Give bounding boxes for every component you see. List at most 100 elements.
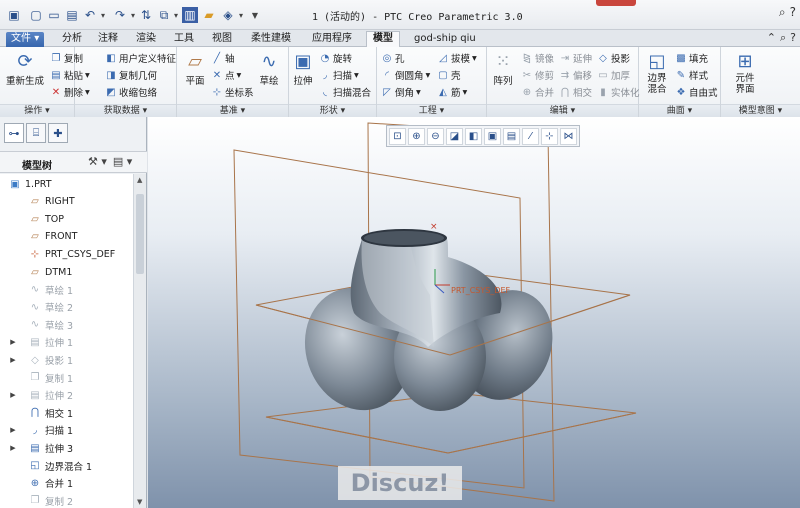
regenerate-icon[interactable]: ⇅ — [138, 7, 154, 23]
draft-button[interactable]: ◿ 拔模 ▾ — [437, 51, 477, 66]
expand-arrow-icon[interactable]: ▶ — [8, 444, 18, 452]
tree-item[interactable]: ▶ ▤ 拉伸 3 — [0, 440, 73, 456]
zoom-in-icon[interactable]: ⊕ — [408, 128, 425, 145]
model-tree-tab-icon[interactable]: ⊶ — [4, 123, 24, 143]
revolve-button[interactable]: ◔ 旋转 — [319, 51, 352, 66]
help-icon[interactable]: ? — [790, 5, 796, 20]
tree-item[interactable]: ❐ 复制 1 — [0, 370, 74, 386]
expand-arrow-icon[interactable]: ▶ — [8, 391, 18, 399]
axis-button[interactable]: ╱ 轴 — [211, 51, 235, 66]
tree-item[interactable]: ∿ 草绘 2 — [0, 299, 73, 315]
view-manager-icon[interactable]: ▤ — [503, 128, 520, 145]
tree-item[interactable]: ∿ 草绘 1 — [0, 282, 73, 298]
csys-button[interactable]: ⊹ 坐标系 — [211, 85, 254, 100]
search-command-icon[interactable]: ⌕ — [780, 31, 786, 45]
sketch-button[interactable]: ∿ 草绘 — [257, 49, 281, 88]
scrollbar-thumb[interactable] — [136, 194, 144, 274]
tab-flexible-modeling[interactable]: 柔性建模 — [245, 32, 297, 47]
extend-button[interactable]: ⇥ 延伸 — [559, 51, 592, 66]
undo-dropdown-icon[interactable]: ▾ — [99, 7, 107, 23]
color-palette-icon[interactable]: ▥ — [182, 7, 198, 23]
tree-item[interactable]: ▱ FRONT — [0, 229, 77, 245]
tree-item[interactable]: ◱ 边界混合 1 — [0, 458, 92, 474]
mirror-button[interactable]: ⧎ 镜像 — [521, 51, 554, 66]
tree-item[interactable]: ⊹ PRT_CSYS_DEF — [0, 246, 115, 262]
new-file-icon[interactable]: ▢ — [28, 7, 44, 23]
tab-custom[interactable]: god-ship qiu — [408, 32, 482, 47]
tree-item[interactable]: ▶ ▤ 拉伸 2 — [0, 387, 73, 403]
regenerate-button[interactable]: ⟳ 重新生成 — [6, 49, 44, 88]
freestyle-button[interactable]: ❖ 自由式 — [675, 85, 718, 100]
search-icon[interactable]: ⌕ — [779, 5, 786, 20]
boundary-blend-button[interactable]: ◱ 边界混合 — [643, 49, 671, 96]
undo-icon[interactable]: ↶ — [82, 7, 98, 23]
merge-button[interactable]: ⊕ 合并 — [521, 85, 554, 100]
pattern-button[interactable]: ⁙ 阵列 — [491, 49, 515, 88]
folder-icon[interactable]: ▰ — [201, 7, 217, 23]
tree-settings-icon[interactable]: ⚒ ▾ — [88, 155, 107, 168]
redo-icon[interactable]: ↷ — [112, 7, 128, 23]
tab-view[interactable]: 视图 — [206, 32, 238, 47]
expand-arrow-icon[interactable]: ▶ — [8, 338, 18, 346]
tree-item[interactable]: ∿ 草绘 3 — [0, 317, 73, 333]
extrude-button[interactable]: ▣ 拉伸 — [291, 49, 315, 88]
windows-dropdown-icon[interactable]: ▾ — [172, 7, 180, 23]
scroll-down-icon[interactable]: ▼ — [137, 498, 142, 506]
spin-center-icon[interactable]: ⊹ — [541, 128, 558, 145]
ribbon-help-icon[interactable]: ? — [790, 31, 796, 45]
hole-button[interactable]: ◎ 孔 — [381, 51, 405, 66]
close-dropdown-icon[interactable]: ▾ — [237, 7, 245, 23]
app-icon[interactable]: ▣ — [6, 7, 22, 23]
surface-model[interactable] — [289, 229, 567, 424]
tree-item[interactable]: ▶ ◇ 投影 1 — [0, 352, 73, 368]
save-icon[interactable]: ▤ — [64, 7, 80, 23]
tree-filter-icon[interactable]: ▤ ▾ — [113, 155, 132, 168]
tab-model[interactable]: 模型 — [366, 31, 400, 48]
graphics-area[interactable]: PRT_CSYS_DEF × ⊡ ⊕ ⊖ ◪ ◧ ▣ ▤ ⁄ ⊹ ⋈ Discu… — [148, 117, 800, 508]
refit-icon[interactable]: ⊡ — [389, 128, 406, 145]
shell-button[interactable]: ▢ 壳 — [437, 68, 460, 83]
display-style-icon[interactable]: ◧ — [465, 128, 482, 145]
window-close-button[interactable] — [596, 0, 636, 6]
repaint-icon[interactable]: ◪ — [446, 128, 463, 145]
zoom-out-icon[interactable]: ⊖ — [427, 128, 444, 145]
tree-item[interactable]: ▶ ▤ 拉伸 1 — [0, 334, 73, 350]
tree-item[interactable]: ⋂ 相交 1 — [0, 405, 73, 421]
tree-item[interactable]: ⊕ 合并 1 — [0, 475, 73, 491]
folder-browser-tab-icon[interactable]: ⌸ — [26, 123, 46, 143]
plane-button[interactable]: ▱ 平面 — [183, 49, 207, 88]
tree-item[interactable]: ▱ TOP — [0, 211, 64, 227]
expand-arrow-icon[interactable]: ▶ — [8, 426, 18, 434]
thicken-button[interactable]: ▭ 加厚 — [597, 68, 630, 83]
customize-quick-access-icon[interactable]: ▼ — [251, 7, 259, 23]
component-interface-button[interactable]: ⊞ 元件界面 — [731, 49, 759, 96]
close-window-icon[interactable]: ◈ — [220, 7, 236, 23]
tab-annotate[interactable]: 注释 — [92, 32, 124, 47]
model-tree-scrollbar[interactable]: ▲ ▼ — [133, 174, 146, 508]
scroll-up-icon[interactable]: ▲ — [137, 176, 142, 184]
model-scene[interactable]: PRT_CSYS_DEF × — [148, 117, 800, 508]
shrinkwrap-button[interactable]: ◩ 收缩包络 — [105, 85, 157, 100]
solidify-button[interactable]: ▮ 实体化 — [597, 85, 639, 100]
datum-display-icon[interactable]: ⁄ — [522, 128, 539, 145]
tree-item[interactable]: ▱ DTM1 — [0, 264, 72, 280]
open-file-icon[interactable]: ▭ — [46, 7, 62, 23]
tab-render[interactable]: 渲染 — [130, 32, 162, 47]
rib-button[interactable]: ◭ 筋 ▾ — [437, 85, 467, 100]
windows-icon[interactable]: ⧉ — [156, 7, 172, 23]
redo-dropdown-icon[interactable]: ▾ — [129, 7, 137, 23]
tab-applications[interactable]: 应用程序 — [306, 32, 358, 47]
tree-item[interactable]: ▣ 1.PRT — [0, 176, 51, 192]
project-button[interactable]: ◇ 投影 — [597, 51, 630, 66]
tab-file[interactable]: 文件 ▾ — [6, 32, 45, 47]
minimize-ribbon-icon[interactable]: ⌃ — [767, 31, 776, 45]
tab-analysis[interactable]: 分析 — [56, 32, 88, 47]
sweep-button[interactable]: ◞ 扫描 ▾ — [319, 68, 359, 83]
trim-button[interactable]: ✂ 修剪 — [521, 68, 554, 83]
annotation-display-icon[interactable]: ⋈ — [560, 128, 577, 145]
swept-blend-button[interactable]: ◟ 扫描混合 — [319, 85, 371, 100]
offset-button[interactable]: ⇉ 偏移 — [559, 68, 592, 83]
style-button[interactable]: ✎ 样式 — [675, 68, 708, 83]
expand-arrow-icon[interactable]: ▶ — [8, 356, 18, 364]
point-button[interactable]: ✕ 点 ▾ — [211, 68, 242, 83]
